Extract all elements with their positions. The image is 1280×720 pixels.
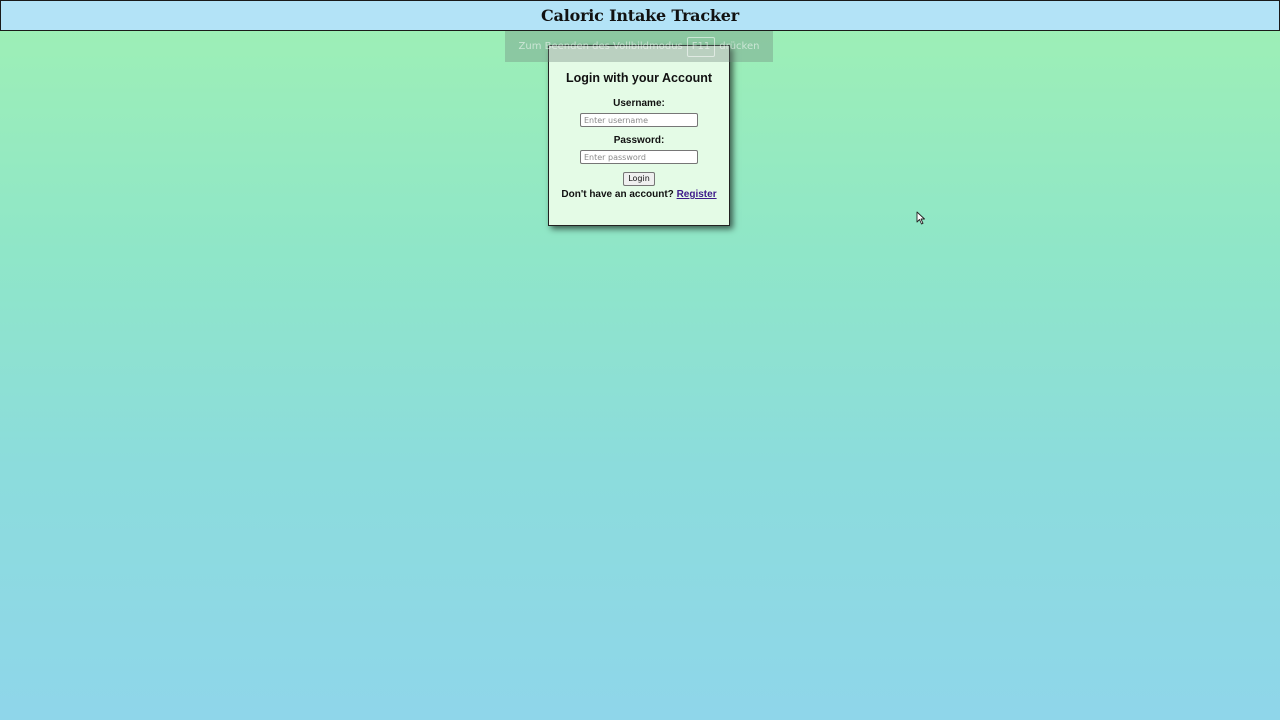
username-label: Username: — [613, 98, 665, 109]
login-title: Login with your Account — [565, 71, 713, 85]
password-input[interactable] — [580, 150, 698, 164]
login-card: Login with your Account Username: Passwo… — [548, 45, 730, 226]
register-prompt: Don't have an account? — [561, 189, 674, 200]
fullscreen-notice: Zum Beenden des Vollbildmodus F11 drücke… — [505, 31, 773, 62]
fullscreen-notice-text-after: drücken — [719, 41, 760, 52]
username-input[interactable] — [580, 113, 698, 127]
fullscreen-key: F11 — [686, 36, 716, 57]
mouse-cursor-icon — [916, 211, 925, 225]
fullscreen-notice-text-before: Zum Beenden des Vollbildmodus — [518, 41, 683, 52]
password-label: Password: — [613, 135, 665, 146]
register-line: Don't have an account? Register — [549, 189, 729, 200]
login-button[interactable]: Login — [623, 172, 655, 186]
app-title: Caloric Intake Tracker — [541, 6, 739, 25]
app-header: Caloric Intake Tracker — [0, 0, 1280, 31]
register-link[interactable]: Register — [677, 189, 717, 200]
